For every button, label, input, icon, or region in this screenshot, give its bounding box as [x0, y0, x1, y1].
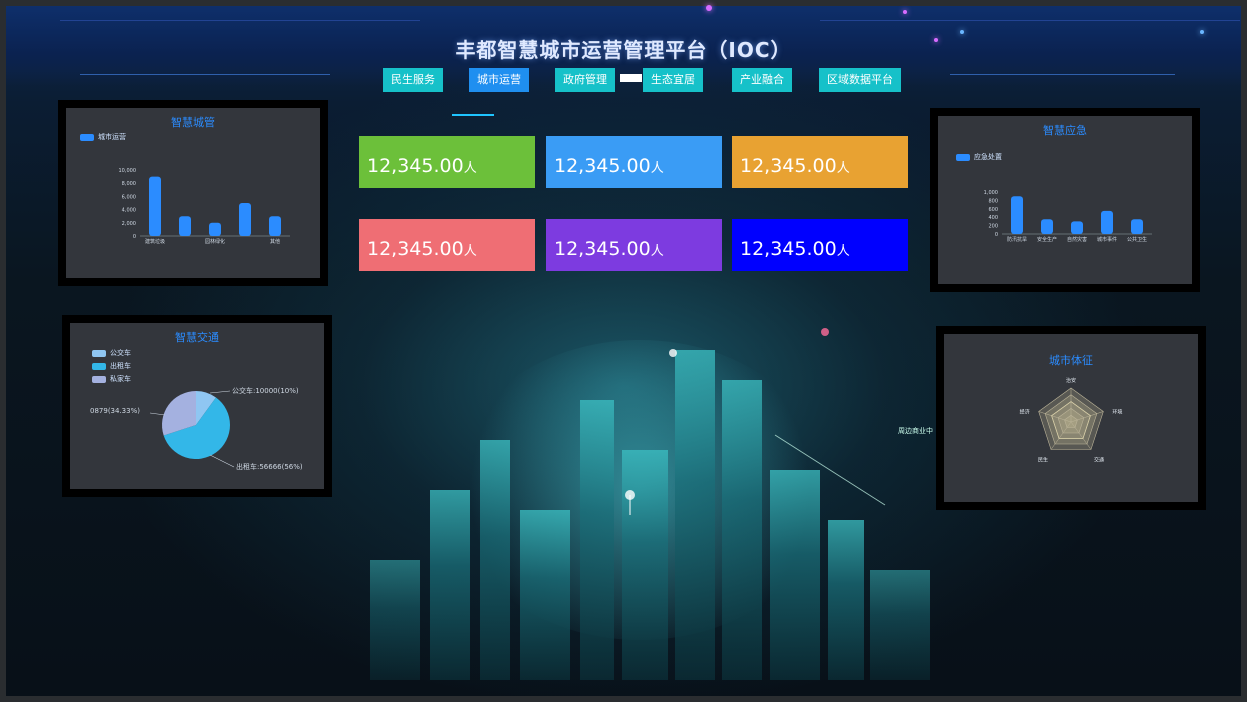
panel-body: 智慧交通 公交车 出租车 私家车 公交车:10000(10%) 0879(34.3… [70, 323, 324, 489]
pie-chart: 公交车:10000(10%) 0879(34.33%) 出租车:56666(56%) [90, 386, 303, 471]
x-tick-label: 建筑垃圾 [145, 238, 165, 245]
y-tick-label: 600 [988, 207, 998, 213]
nav-tab-city-ops[interactable]: 城市运营 [469, 68, 529, 92]
radar-axis-label: 民生 [1038, 457, 1048, 464]
bar [239, 203, 251, 236]
bar [179, 216, 191, 236]
stat-card: 12,345.00人 [546, 219, 722, 271]
stat-value: 12,345.00 [554, 238, 651, 260]
city-3d-scene[interactable]: 周边商业中 [330, 280, 950, 680]
y-tick-label: 2,000 [122, 221, 136, 227]
glow-dot [706, 5, 712, 11]
stat-card: 12,345.00人 [359, 136, 535, 188]
y-tick-label: 1,000 [984, 190, 998, 196]
bar-chart: 10,000 8,000 6,000 4,000 2,000 0 建筑垃圾 园林绿化 其他 [119, 168, 290, 245]
glow-dot [903, 10, 907, 14]
stat-value: 12,345.00 [740, 155, 837, 177]
stat-unit: 人 [650, 244, 664, 259]
stat-unit: 人 [463, 161, 477, 176]
pie-leader-line [209, 454, 235, 468]
panel-body: 智慧城管 城市运营 10,000 8,000 6,000 4,000 2,000 0 建筑垃… [66, 108, 320, 278]
y-tick-label: 800 [988, 198, 998, 204]
stat-value: 12,345.00 [367, 155, 464, 177]
bar [209, 222, 221, 236]
stat-value: 12,345.00 [740, 238, 837, 260]
pie-label: 出租车:56666(56%) [236, 462, 303, 471]
x-tick-label: 防汛抗旱 [1007, 236, 1027, 243]
pie-leader-line [209, 390, 231, 394]
stat-card: 12,345.00人 [359, 219, 535, 271]
stat-card: 12,345.00人 [546, 136, 722, 188]
y-tick-label: 400 [988, 215, 998, 221]
y-tick-label: 0 [995, 232, 998, 238]
x-tick-label: 园林绿化 [205, 238, 225, 245]
x-tick-label: 自然灾害 [1067, 236, 1087, 243]
panel-body: 智慧应急 应急处置 1,000 800 600 400 200 0 防汛抗旱 安全生产 自然灾害… [938, 116, 1192, 284]
location-pin-icon [669, 349, 677, 357]
bar [269, 216, 281, 236]
location-pin-icon [625, 490, 635, 500]
stat-unit: 人 [463, 244, 477, 259]
pie-label: 公交车:10000(10%) [232, 386, 299, 395]
y-tick-label: 8,000 [122, 181, 136, 187]
panel-smart-emergency: 智慧应急 应急处置 1,000 800 600 400 200 0 防汛抗旱 安全生产 自然灾害… [930, 108, 1200, 292]
pie-leader-line [149, 412, 166, 416]
bar [1101, 210, 1113, 234]
stat-card: 12,345.00人 [732, 219, 908, 271]
y-tick-label: 10,000 [119, 168, 137, 174]
city-markers [625, 328, 886, 515]
y-tick-label: 0 [133, 234, 136, 240]
nav-tab-minsheng[interactable]: 民生服务 [383, 68, 443, 92]
panel-smart-traffic: 智慧交通 公交车 出租车 私家车 公交车:10000(10%) 0879(34.3… [62, 315, 332, 497]
radar-axis-label: 交通 [1094, 457, 1104, 464]
circuit-line [60, 20, 420, 21]
pie-label: 0879(34.33%) [90, 407, 140, 415]
radar-chart: 治安环境交通 民生 经济 [1020, 377, 1123, 464]
stat-card: 12,345.00人 [732, 136, 908, 188]
x-tick-label: 城市事件 [1097, 236, 1117, 243]
bar-chart: 1,000 800 600 400 200 0 防汛抗旱 安全生产 自然灾害 城市事件 公共卫生 [984, 190, 1152, 243]
nav-divider [620, 74, 642, 82]
y-tick-label: 6,000 [122, 194, 136, 200]
stat-unit: 人 [836, 244, 850, 259]
stat-value: 12,345.00 [554, 155, 651, 177]
bar [1041, 219, 1053, 234]
bar [149, 176, 161, 236]
y-tick-label: 4,000 [122, 208, 136, 214]
x-tick-label: 安全生产 [1037, 236, 1057, 243]
stat-unit: 人 [650, 161, 664, 176]
stat-value: 12,345.00 [367, 238, 464, 260]
x-tick-label: 其他 [270, 238, 280, 245]
page-title: 丰都智慧城市运营管理平台（IOC） [455, 38, 792, 62]
main-nav: 民生服务 城市运营 政府管理 生态宜居 产业融合 区域数据平台 [0, 68, 1247, 94]
nav-tab-gov[interactable]: 政府管理 [555, 68, 615, 92]
circuit-line [820, 20, 1240, 21]
panel-body: 城市体征 治安 环境 交通 民生 经济 [944, 334, 1198, 502]
panel-city-vitals: 城市体征 治安 环境 交通 民生 经济 [936, 326, 1206, 510]
scene-callout: 周边商业中 [898, 427, 933, 435]
radar-axis-label: 经济 [1020, 408, 1030, 415]
nav-tab-industry[interactable]: 产业融合 [732, 68, 792, 92]
bar [1011, 196, 1023, 234]
location-pin-icon [821, 328, 829, 336]
radar-axis-label: 治安 [1066, 377, 1076, 384]
y-tick-label: 200 [988, 224, 998, 230]
radar-axis-label: 环境 [1112, 408, 1122, 415]
nav-active-indicator [452, 114, 494, 116]
nav-tab-eco[interactable]: 生态宜居 [643, 68, 703, 92]
x-tick-label: 公共卫生 [1127, 236, 1147, 243]
bar [1131, 219, 1143, 234]
nav-tab-regional-data[interactable]: 区域数据平台 [819, 68, 901, 92]
stat-unit: 人 [836, 161, 850, 176]
bar [1071, 221, 1083, 234]
panel-smart-city-management: 智慧城管 城市运营 10,000 8,000 6,000 4,000 2,000 0 建筑垃… [58, 100, 328, 286]
